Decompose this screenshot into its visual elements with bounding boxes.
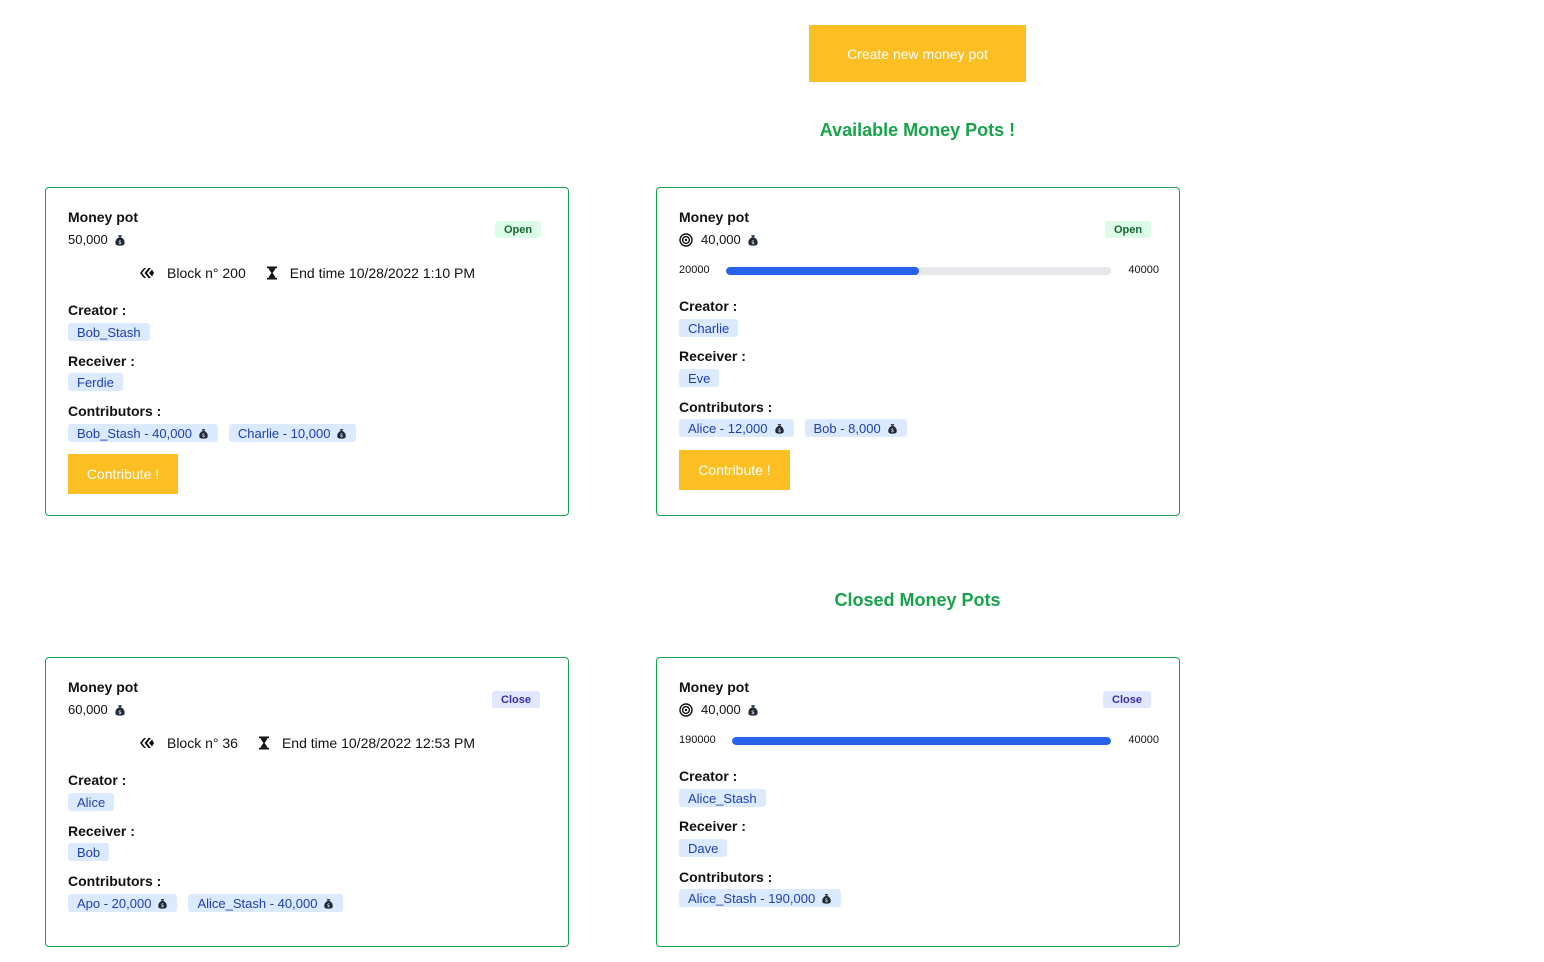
pot-amount-value: 50,000 (68, 232, 108, 247)
creator-label: Creator : (679, 298, 738, 314)
status-badge: Close (1103, 691, 1151, 708)
pot-amount-value: 40,000 (701, 702, 741, 717)
progress-fill (732, 737, 1111, 745)
money-bag-icon (336, 428, 347, 439)
goal-progress: 20000 40000 (679, 264, 1159, 277)
receiver-label: Receiver : (68, 353, 135, 369)
money-pot-card: Money pot 40,000 Open 20000 40000 Creato… (656, 187, 1180, 516)
contributor-chip: Apo - 20,000 (68, 894, 178, 912)
money-bag-icon (747, 234, 759, 246)
money-bag-icon (821, 893, 832, 904)
money-bag-icon (114, 234, 126, 246)
block-chain-icon (139, 266, 155, 280)
creator-label: Creator : (68, 772, 127, 788)
creator-label: Creator : (679, 768, 738, 784)
target-icon (679, 703, 693, 717)
card-title: Money pot (68, 209, 138, 225)
money-pot-card: Money pot 60,000 Close Block n° 36 End t… (45, 657, 569, 947)
contributor-chip: Alice - 12,000 (679, 419, 794, 437)
contributors-label: Contributors : (679, 869, 773, 885)
block-number: Block n° 200 (167, 265, 246, 281)
hourglass-icon (258, 736, 270, 750)
receiver-label: Receiver : (679, 818, 746, 834)
end-time: End time 10/28/2022 12:53 PM (281, 735, 475, 751)
closed-section-title: Closed Money Pots (834, 590, 1001, 610)
creator-chip: Charlie (679, 319, 739, 337)
available-section-title: Available Money Pots ! (819, 120, 1016, 140)
money-bag-icon (774, 423, 785, 434)
money-pot-card: Money pot 50,000 Open Block n° 200 End t… (45, 187, 569, 516)
progress-goal-value: 40000 (1128, 734, 1159, 746)
block-number: Block n° 36 (166, 735, 238, 751)
receiver-chip: Eve (679, 369, 720, 387)
contributor-chip: Alice_Stash - 190,000 (679, 889, 842, 907)
status-badge: Open (495, 221, 542, 238)
pot-amount-value: 60,000 (68, 702, 108, 717)
creator-chip: Alice (68, 793, 115, 811)
hourglass-icon (266, 266, 278, 280)
contributors-label: Contributors : (68, 403, 162, 419)
pot-amount: 50,000 (68, 232, 126, 247)
contributor-chip: Charlie - 10,000 (228, 424, 357, 442)
money-bag-icon (887, 423, 898, 434)
money-pot-card: Money pot 40,000 Close 190000 40000 Crea… (656, 657, 1180, 947)
money-bag-icon (114, 704, 126, 716)
money-bag-icon (198, 428, 209, 439)
progress-track (726, 267, 1111, 275)
money-bag-icon (747, 704, 759, 716)
goal-progress: 190000 40000 (679, 734, 1159, 747)
card-title: Money pot (679, 209, 749, 225)
contributors-label: Contributors : (679, 399, 773, 415)
contributor-chip: Alice_Stash - 40,000 (188, 894, 344, 912)
contributors-label: Contributors : (68, 873, 162, 889)
pot-amount: 40,000 (679, 232, 759, 247)
pot-amount: 40,000 (679, 702, 759, 717)
contribute-button[interactable]: Contribute ! (68, 454, 178, 494)
money-bag-icon (323, 898, 334, 909)
target-icon (679, 233, 693, 247)
card-title: Money pot (68, 679, 138, 695)
receiver-chip: Ferdie (68, 373, 123, 391)
block-chain-icon (139, 736, 155, 750)
receiver-label: Receiver : (68, 823, 135, 839)
status-badge: Open (1105, 221, 1152, 238)
money-bag-icon (157, 898, 168, 909)
creator-label: Creator : (68, 302, 127, 318)
contribute-button[interactable]: Contribute ! (679, 450, 790, 490)
pot-meta: Block n° 200 End time 10/28/2022 1:10 PM (46, 265, 568, 281)
end-time: End time 10/28/2022 1:10 PM (289, 265, 475, 281)
creator-chip: Bob_Stash (68, 323, 150, 341)
status-badge: Close (492, 691, 540, 708)
contributor-chip: Bob_Stash - 40,000 (68, 424, 218, 442)
card-title: Money pot (679, 679, 749, 695)
progress-fill (726, 267, 919, 275)
pot-amount-value: 40,000 (701, 232, 741, 247)
create-money-pot-button[interactable]: Create new money pot (809, 25, 1026, 82)
pot-amount: 60,000 (68, 702, 126, 717)
receiver-chip: Bob (68, 843, 110, 861)
contributor-chip: Bob - 8,000 (804, 419, 907, 437)
progress-goal-value: 40000 (1128, 264, 1159, 276)
progress-track (732, 737, 1111, 745)
pot-meta: Block n° 36 End time 10/28/2022 12:53 PM (46, 735, 568, 751)
receiver-chip: Dave (679, 839, 728, 857)
creator-chip: Alice_Stash (679, 789, 766, 807)
receiver-label: Receiver : (679, 348, 746, 364)
progress-current-value: 20000 (679, 264, 710, 276)
progress-current-value: 190000 (679, 734, 716, 746)
